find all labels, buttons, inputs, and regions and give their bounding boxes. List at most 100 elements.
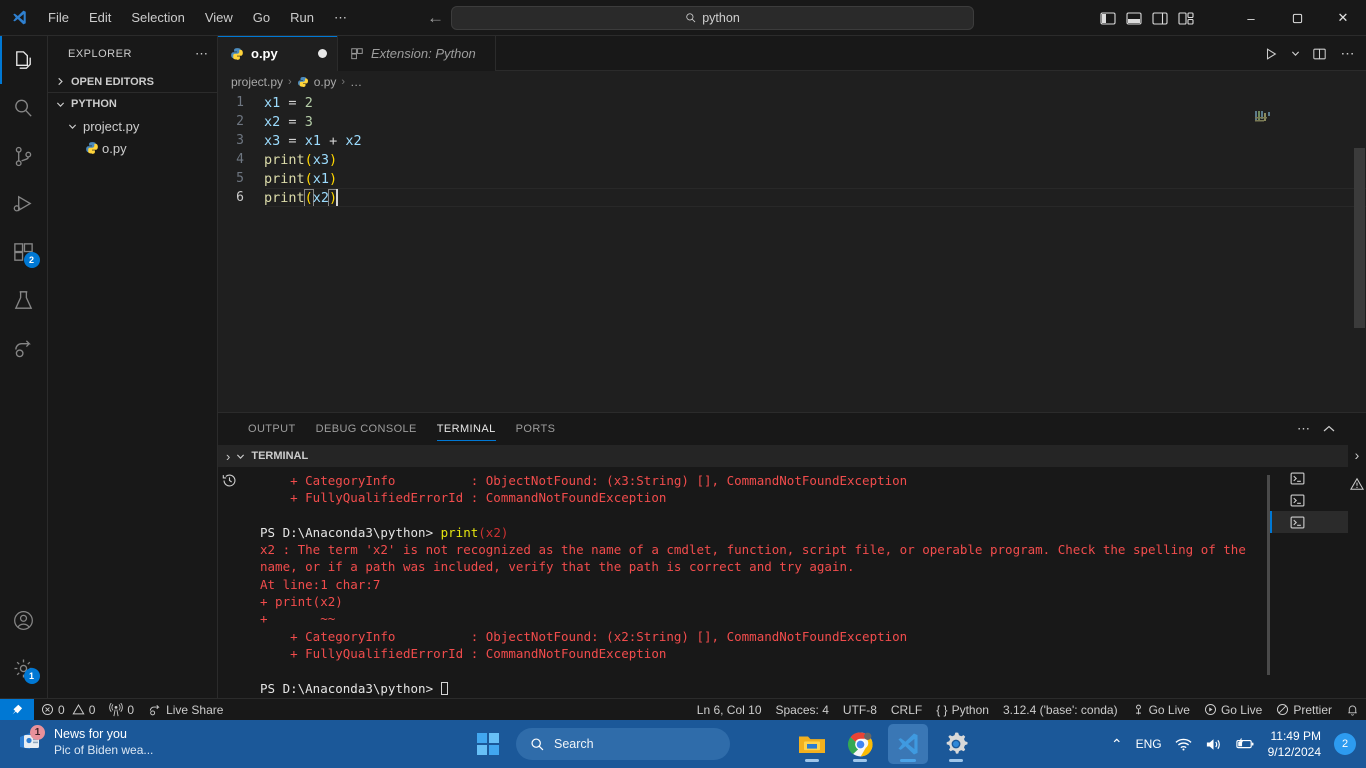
terminal-list-item-3[interactable] [1270,511,1348,533]
taskbar-news-widget[interactable]: 1 News for you Pic of Biden wea... [18,725,153,758]
status-prettier[interactable]: Prettier [1269,699,1339,721]
terminal-output[interactable]: + CategoryInfo : ObjectNotFound: (x3:Str… [240,467,1366,699]
run-python-file-button[interactable] [1259,42,1283,66]
activity-run-and-debug[interactable] [0,180,48,228]
line-number-5: 5 [236,171,244,186]
terminal-list-item-2[interactable] [1270,489,1348,511]
terminal-body[interactable]: + CategoryInfo : ObjectNotFound: (x3:Str… [218,467,1366,699]
section-python-folder[interactable]: PYTHON [48,93,217,115]
go-back-icon[interactable]: ← [427,9,444,26]
status-ports[interactable]: 0 [102,699,141,721]
code-line-3[interactable]: 3 x3 = x1 + x2 [218,131,1366,150]
status-encoding[interactable]: UTF-8 [836,699,884,721]
activity-search[interactable] [0,84,48,132]
tab-dirty-indicator[interactable] [318,49,327,58]
battery-icon[interactable] [1235,737,1255,751]
status-language-mode[interactable]: { } Python [929,699,996,721]
menu-view[interactable]: View [196,6,242,30]
activity-accounts[interactable] [0,596,48,644]
activity-explorer[interactable] [0,36,48,84]
tab-extension-python[interactable]: Extension: Python [338,36,496,71]
maximize-panel-button[interactable] [1323,425,1335,433]
code-line-5[interactable]: 5 print(x1) [218,169,1366,188]
code-lines[interactable]: 1 x1 = 2 2 x2 = 3 3 x3 = x1 + x2 4 print(x3) 5 pr… [218,93,1366,207]
tray-language-indicator[interactable]: ENG [1136,737,1162,751]
panel-more-actions-button[interactable]: ⋯ [1297,421,1311,437]
volume-icon[interactable] [1205,737,1222,752]
terminal-icon [1290,494,1305,507]
breadcrumb-symbol[interactable]: … [350,75,362,89]
run-dropdown-button[interactable] [1288,42,1302,66]
tree-item-project-py[interactable]: project.py [48,115,217,137]
menu-selection[interactable]: Selection [122,6,193,30]
editor-scrollbar-thumb[interactable] [1354,148,1365,328]
taskbar-center: Search [468,720,976,768]
status-notifications[interactable] [1339,699,1366,721]
code-line-2[interactable]: 2 x2 = 3 [218,112,1366,131]
taskbar-search-box[interactable]: Search [516,728,730,760]
tree-item-o-py[interactable]: o.py [48,137,217,159]
taskbar-file-explorer[interactable] [792,724,832,764]
status-indentation[interactable]: Spaces: 4 [769,699,836,721]
command-search-input[interactable]: python [451,6,974,30]
activity-settings[interactable]: 1 [0,644,48,692]
menu-run[interactable]: Run [281,6,323,30]
close-button[interactable]: ✕ [1320,0,1366,36]
status-python-interpreter[interactable]: 3.12.4 ('base': conda) [996,699,1125,721]
wifi-icon[interactable] [1175,737,1192,752]
activity-testing[interactable] [0,276,48,324]
tray-expand-icon[interactable]: ⌃ [1111,736,1123,753]
expand-panel-icon[interactable]: › [1355,447,1360,463]
remote-window-button[interactable] [0,698,34,721]
toggle-secondary-sidebar-icon[interactable] [1152,11,1168,26]
breadcrumb-o-py[interactable]: o.py [314,75,337,89]
code-line-4[interactable]: 4 print(x3) [218,150,1366,169]
notification-center-badge[interactable]: 2 [1334,733,1356,755]
breadcrumb-project-py[interactable]: project.py [231,75,283,89]
command-history-icon[interactable] [222,473,237,488]
status-go-live-tunnel[interactable]: Go Live [1125,699,1197,721]
activity-live-share[interactable] [0,324,48,372]
status-editor-position[interactable]: Ln 6, Col 10 [690,699,769,721]
status-problems[interactable]: 0 0 [34,699,102,721]
tab-terminal[interactable]: TERMINAL [427,413,506,445]
taskbar-settings[interactable] [936,724,976,764]
tab-ports[interactable]: PORTS [506,413,566,445]
minimize-button[interactable]: – [1228,0,1274,36]
customize-layout-icon[interactable] [1178,11,1194,26]
code-line-6[interactable]: 6 print(x2) [218,188,1366,207]
warning-icon[interactable] [1350,477,1364,491]
tab-o-py[interactable]: o.py [218,36,338,71]
menu-edit[interactable]: Edit [80,6,120,30]
terminal-list-item-1[interactable] [1270,467,1348,489]
code-editor[interactable]: 1 x1 = 2 2 x2 = 3 3 x3 = x1 + x2 4 print(x3) 5 pr… [218,93,1366,426]
sidebar-more-actions-icon[interactable]: ⋯ [195,46,209,62]
menu-more-icon[interactable]: ⋯ [325,6,356,30]
start-button[interactable] [468,724,508,764]
section-open-editors[interactable]: OPEN EDITORS [48,71,217,93]
token: ( [303,189,314,207]
status-eol[interactable]: CRLF [884,699,929,721]
toggle-panel-icon[interactable] [1126,11,1142,26]
title-bar: File Edit Selection View Go Run ⋯ ← → py… [0,0,1366,36]
activity-source-control[interactable] [0,132,48,180]
maximize-button[interactable] [1274,0,1320,36]
token: ) [329,151,338,168]
taskbar-google-chrome[interactable] [840,724,880,764]
activity-extensions[interactable]: 2 [0,228,48,276]
code-line-1[interactable]: 1 x1 = 2 [218,93,1366,112]
chevron-down-icon[interactable] [236,452,245,461]
status-go-live-server[interactable]: Go Live [1197,699,1269,721]
menu-go[interactable]: Go [244,6,279,30]
editor-more-actions-button[interactable]: ⋯ [1336,42,1360,66]
tab-output[interactable]: OUTPUT [238,413,306,445]
menu-file[interactable]: File [39,6,78,30]
minimap[interactable] [1247,93,1352,426]
tab-debug-console[interactable]: DEBUG CONSOLE [306,413,427,445]
status-live-share[interactable]: Live Share [141,699,230,721]
taskbar-visual-studio-code[interactable] [888,724,928,764]
split-editor-button[interactable] [1307,42,1331,66]
toggle-primary-sidebar-icon[interactable] [1100,11,1116,26]
taskbar-clock[interactable]: 11:49 PM 9/12/2024 [1268,728,1321,760]
editor-scrollbar[interactable] [1352,93,1366,426]
